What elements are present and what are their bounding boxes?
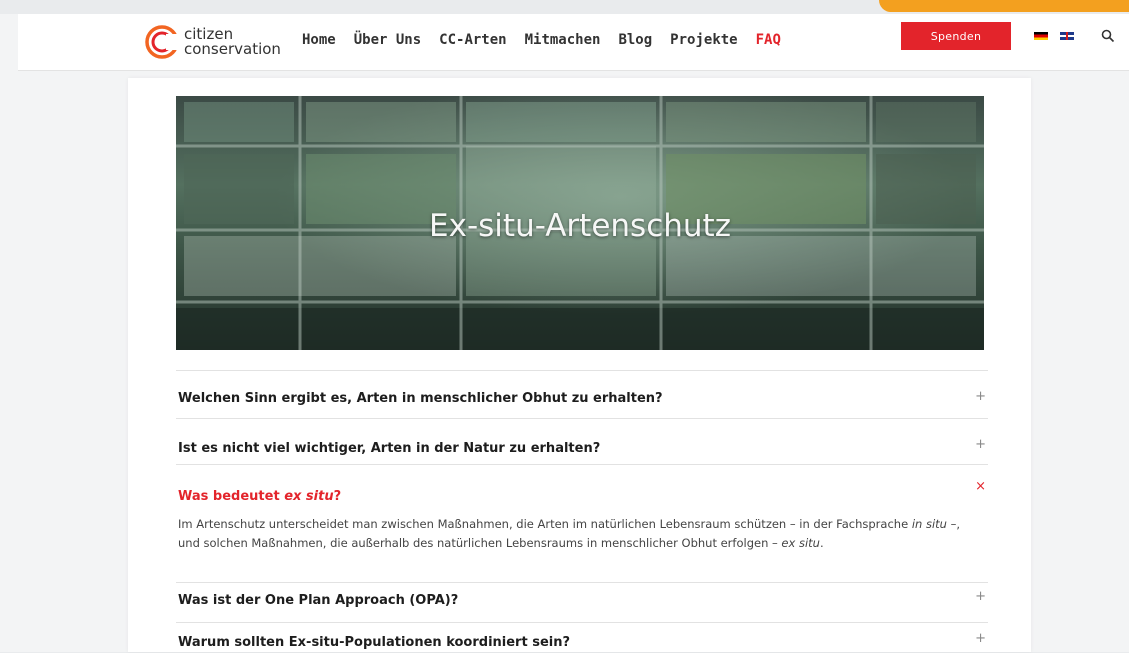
- site-header: citizen conservation Home Über Uns CC-Ar…: [18, 14, 1129, 71]
- expand-plus-icon[interactable]: +: [975, 437, 986, 452]
- hero-banner: Ex-situ-Artenschutz: [176, 96, 984, 350]
- donate-button[interactable]: Spenden: [901, 22, 1011, 50]
- faq-question-3-suffix: ?: [333, 489, 342, 504]
- nav-blog[interactable]: Blog: [618, 32, 652, 48]
- faq-item-5[interactable]: Warum sollten Ex-situ-Populationen koord…: [176, 622, 988, 653]
- flag-uk-icon[interactable]: [1060, 32, 1074, 40]
- answer-em-in-situ: in situ: [911, 517, 947, 531]
- faq-question-5[interactable]: Warum sollten Ex-situ-Populationen koord…: [178, 635, 570, 650]
- faq-question-3[interactable]: Was bedeutet ex situ?: [178, 489, 341, 504]
- faq-question-4[interactable]: Was ist der One Plan Approach (OPA)?: [178, 593, 458, 608]
- expand-plus-icon[interactable]: +: [975, 589, 986, 604]
- collapse-close-icon[interactable]: ×: [975, 479, 986, 494]
- faq-answer-3: Im Artenschutz unterscheidet man zwische…: [178, 515, 984, 553]
- search-icon[interactable]: [1101, 28, 1115, 43]
- nav-projects[interactable]: Projekte: [670, 32, 737, 48]
- faq-item-3-expanded[interactable]: Was bedeutet ex situ? × Im Artenschutz u…: [176, 464, 988, 583]
- flag-de-icon[interactable]: [1034, 32, 1048, 40]
- language-switcher: [1034, 32, 1074, 40]
- logo[interactable]: citizen conservation: [144, 20, 281, 64]
- faq-question-2[interactable]: Ist es nicht viel wichtiger, Arten in de…: [178, 441, 600, 456]
- logo-line-2: conservation: [184, 40, 281, 58]
- faq-question-1[interactable]: Welchen Sinn ergibt es, Arten in menschl…: [178, 391, 663, 406]
- answer-text-1: Im Artenschutz unterscheidet man zwische…: [178, 517, 912, 531]
- expand-plus-icon[interactable]: +: [975, 631, 986, 646]
- main-nav: Home Über Uns CC-Arten Mitmachen Blog Pr…: [302, 32, 781, 48]
- faq-item-2[interactable]: Ist es nicht viel wichtiger, Arten in de…: [176, 418, 988, 465]
- nav-participate[interactable]: Mitmachen: [525, 32, 601, 48]
- answer-em-ex-situ: ex situ: [781, 536, 820, 550]
- nav-cc-species[interactable]: CC-Arten: [439, 32, 506, 48]
- faq-question-3-prefix: Was bedeutet: [178, 489, 285, 504]
- hero-title: Ex-situ-Artenschutz: [429, 208, 731, 244]
- faq-item-1[interactable]: Welchen Sinn ergibt es, Arten in menschl…: [176, 370, 988, 419]
- expand-plus-icon[interactable]: +: [975, 389, 986, 404]
- nav-faq[interactable]: FAQ: [756, 32, 781, 48]
- faq-question-3-emphasis: ex situ: [284, 489, 334, 504]
- corner-accent: [879, 0, 1129, 12]
- answer-text-3: .: [819, 536, 824, 550]
- faq-item-4[interactable]: Was ist der One Plan Approach (OPA)? +: [176, 582, 988, 623]
- nav-about[interactable]: Über Uns: [354, 32, 421, 48]
- logo-icon: [144, 24, 180, 60]
- nav-home[interactable]: Home: [302, 32, 336, 48]
